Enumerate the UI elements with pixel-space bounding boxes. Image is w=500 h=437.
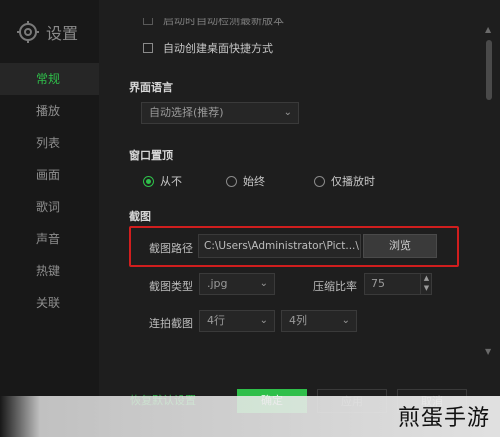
desktop-shortcut-label: 自动创建桌面快捷方式 — [163, 42, 273, 55]
screenshot-section-title: 截图 — [129, 210, 151, 223]
compression-ratio-stepper[interactable]: 75 ▲ ▼ — [364, 273, 432, 295]
sidebar-item-video[interactable]: 画面 — [0, 159, 99, 191]
burst-screenshot-label: 连拍截图 — [149, 317, 193, 330]
radio-never[interactable] — [143, 175, 154, 187]
screenshot-type-select[interactable]: .jpg ⌄ — [199, 273, 275, 295]
language-select[interactable]: 自动选择(推荐) ⌄ — [141, 102, 299, 124]
browse-button[interactable]: 浏览 — [363, 234, 437, 258]
desktop-shortcut-checkbox[interactable] — [143, 43, 153, 53]
radio-never-label: 从不 — [160, 175, 182, 188]
burst-rows-select[interactable]: 4行 ⌄ — [199, 310, 275, 332]
startup-check-row[interactable]: 启动时自动检测最新版本 — [143, 14, 284, 28]
screenshot-path-label: 截图路径 — [149, 242, 193, 255]
watermark-logo: 煎蛋手游 — [397, 406, 490, 431]
language-section-title: 界面语言 — [129, 81, 173, 94]
chevron-down-icon: ⌄ — [341, 315, 350, 326]
compression-ratio-label: 压缩比率 — [313, 280, 357, 293]
sidebar: 设置 常规 播放 列表 画面 歌词 声音 热键 关联 — [0, 0, 99, 437]
scroll-up-arrow-icon[interactable]: ▲ — [485, 25, 493, 34]
sidebar-item-hotkeys[interactable]: 热键 — [0, 255, 99, 287]
screenshot-type-value: .jpg — [207, 277, 228, 290]
compression-ratio-value: 75 — [371, 277, 385, 290]
burst-rows-value: 4行 — [207, 314, 225, 327]
radio-playing[interactable] — [314, 175, 325, 187]
topmost-option-never[interactable]: 从不 — [143, 173, 182, 189]
burst-cols-select[interactable]: 4列 ⌄ — [281, 310, 357, 332]
settings-panel: ▲ ▼ 启动时自动检测最新版本 自动创建桌面快捷方式 界面语言 自动选择(推荐)… — [99, 0, 500, 437]
scrollbar-thumb[interactable] — [486, 40, 492, 100]
sidebar-item-lyrics[interactable]: 歌词 — [0, 191, 99, 223]
chevron-down-icon: ⌄ — [259, 315, 268, 326]
chevron-down-icon: ⌄ — [259, 278, 268, 289]
sidebar-item-general[interactable]: 常规 — [0, 63, 99, 95]
gear-icon — [17, 21, 39, 43]
burst-cols-value: 4列 — [289, 314, 307, 327]
sidebar-title-row: 设置 — [16, 20, 78, 44]
sidebar-item-audio[interactable]: 声音 — [0, 223, 99, 255]
topmost-option-always[interactable]: 始终 — [226, 173, 265, 189]
startup-checkbox[interactable] — [143, 18, 153, 25]
topmost-option-playing[interactable]: 仅播放时 — [314, 173, 375, 189]
sidebar-item-playback[interactable]: 播放 — [0, 95, 99, 127]
sidebar-item-associations[interactable]: 关联 — [0, 287, 99, 319]
settings-title: 设置 — [46, 24, 79, 43]
radio-always-label: 始终 — [243, 175, 265, 188]
sidebar-item-playlist[interactable]: 列表 — [0, 127, 99, 159]
screenshot-type-label: 截图类型 — [149, 280, 193, 293]
radio-always[interactable] — [226, 175, 237, 187]
scroll-down-arrow-icon[interactable]: ▼ — [485, 347, 493, 356]
screenshot-path-input[interactable]: C:\Users\Administrator\Pict...\ — [198, 234, 361, 258]
startup-checkbox-label: 启动时自动检测最新版本 — [163, 14, 284, 27]
stepper-arrows-icon[interactable]: ▲ ▼ — [420, 273, 432, 295]
language-select-value: 自动选择(推荐) — [149, 106, 224, 119]
radio-playing-label: 仅播放时 — [331, 175, 375, 188]
desktop-shortcut-row[interactable]: 自动创建桌面快捷方式 — [143, 40, 273, 56]
topmost-section-title: 窗口置顶 — [129, 149, 173, 162]
chevron-down-icon: ⌄ — [283, 107, 292, 118]
